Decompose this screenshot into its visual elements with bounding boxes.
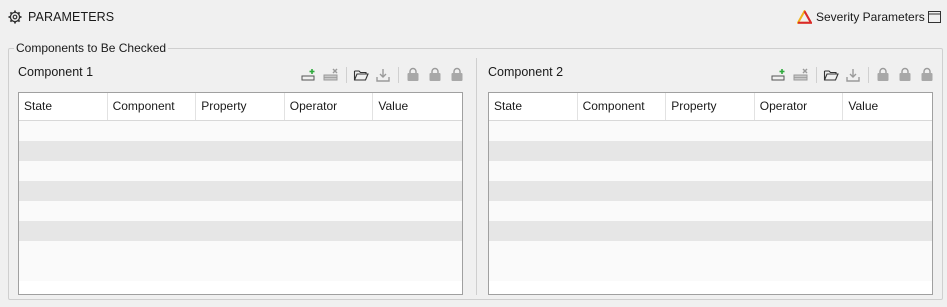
severity-icon[interactable] [797,10,812,24]
table-row[interactable] [19,221,462,241]
table-row[interactable] [489,181,932,201]
group-legend: Components to Be Checked [14,41,169,55]
lock-icon[interactable] [874,67,892,83]
table-row[interactable] [19,161,462,181]
table-row[interactable] [19,121,462,141]
lock-icon[interactable] [918,67,936,83]
table-row[interactable] [19,261,462,281]
table-header: State Component Property Operator Value [489,93,932,121]
component-2-table[interactable]: State Component Property Operator Value [488,92,933,295]
column-header-property[interactable]: Property [196,93,285,120]
gear-icon[interactable] [8,10,22,24]
delete-row-icon[interactable] [792,67,810,83]
component-1-title: Component 1 [18,65,94,79]
column-header-property[interactable]: Property [666,93,755,120]
lock-icon[interactable] [896,67,914,83]
component-1-toolbar [300,66,470,84]
toolbar-separator [868,67,869,83]
component-2-toolbar [770,66,940,84]
table-row[interactable] [489,141,932,161]
column-header-state[interactable]: State [489,93,578,120]
table-row[interactable] [489,121,932,141]
table-row[interactable] [19,141,462,161]
column-header-value[interactable]: Value [843,93,932,120]
table-row[interactable] [489,241,932,261]
column-header-component[interactable]: Component [578,93,667,120]
import-icon[interactable] [374,67,392,83]
delete-row-icon[interactable] [322,67,340,83]
column-header-value[interactable]: Value [373,93,462,120]
toolbar-separator [346,67,347,83]
table-row[interactable] [19,241,462,261]
table-row[interactable] [489,201,932,221]
component-1-table[interactable]: State Component Property Operator Value [18,92,463,295]
column-header-component[interactable]: Component [108,93,197,120]
column-header-state[interactable]: State [19,93,108,120]
table-row[interactable] [489,221,932,241]
import-icon[interactable] [844,67,862,83]
component-2-title: Component 2 [488,65,564,79]
add-row-icon[interactable] [770,67,788,83]
lock-icon[interactable] [404,67,422,83]
toolbar-separator [398,67,399,83]
divider [476,58,477,295]
open-folder-icon[interactable] [352,67,370,83]
severity-parameters-button[interactable]: Severity Parameters [816,10,925,24]
panel-header: PARAMETERS Severity Parameters [0,0,947,34]
toolbar-separator [816,67,817,83]
table-header: State Component Property Operator Value [19,93,462,121]
table-row[interactable] [489,161,932,181]
table-row[interactable] [489,261,932,281]
lock-icon[interactable] [426,67,444,83]
add-row-icon[interactable] [300,67,318,83]
lock-icon[interactable] [448,67,466,83]
panel-title: PARAMETERS [28,10,115,24]
column-header-operator[interactable]: Operator [285,93,374,120]
table-row[interactable] [19,201,462,221]
open-folder-icon[interactable] [822,67,840,83]
window-icon[interactable] [928,11,941,23]
column-header-operator[interactable]: Operator [755,93,844,120]
table-row[interactable] [19,181,462,201]
